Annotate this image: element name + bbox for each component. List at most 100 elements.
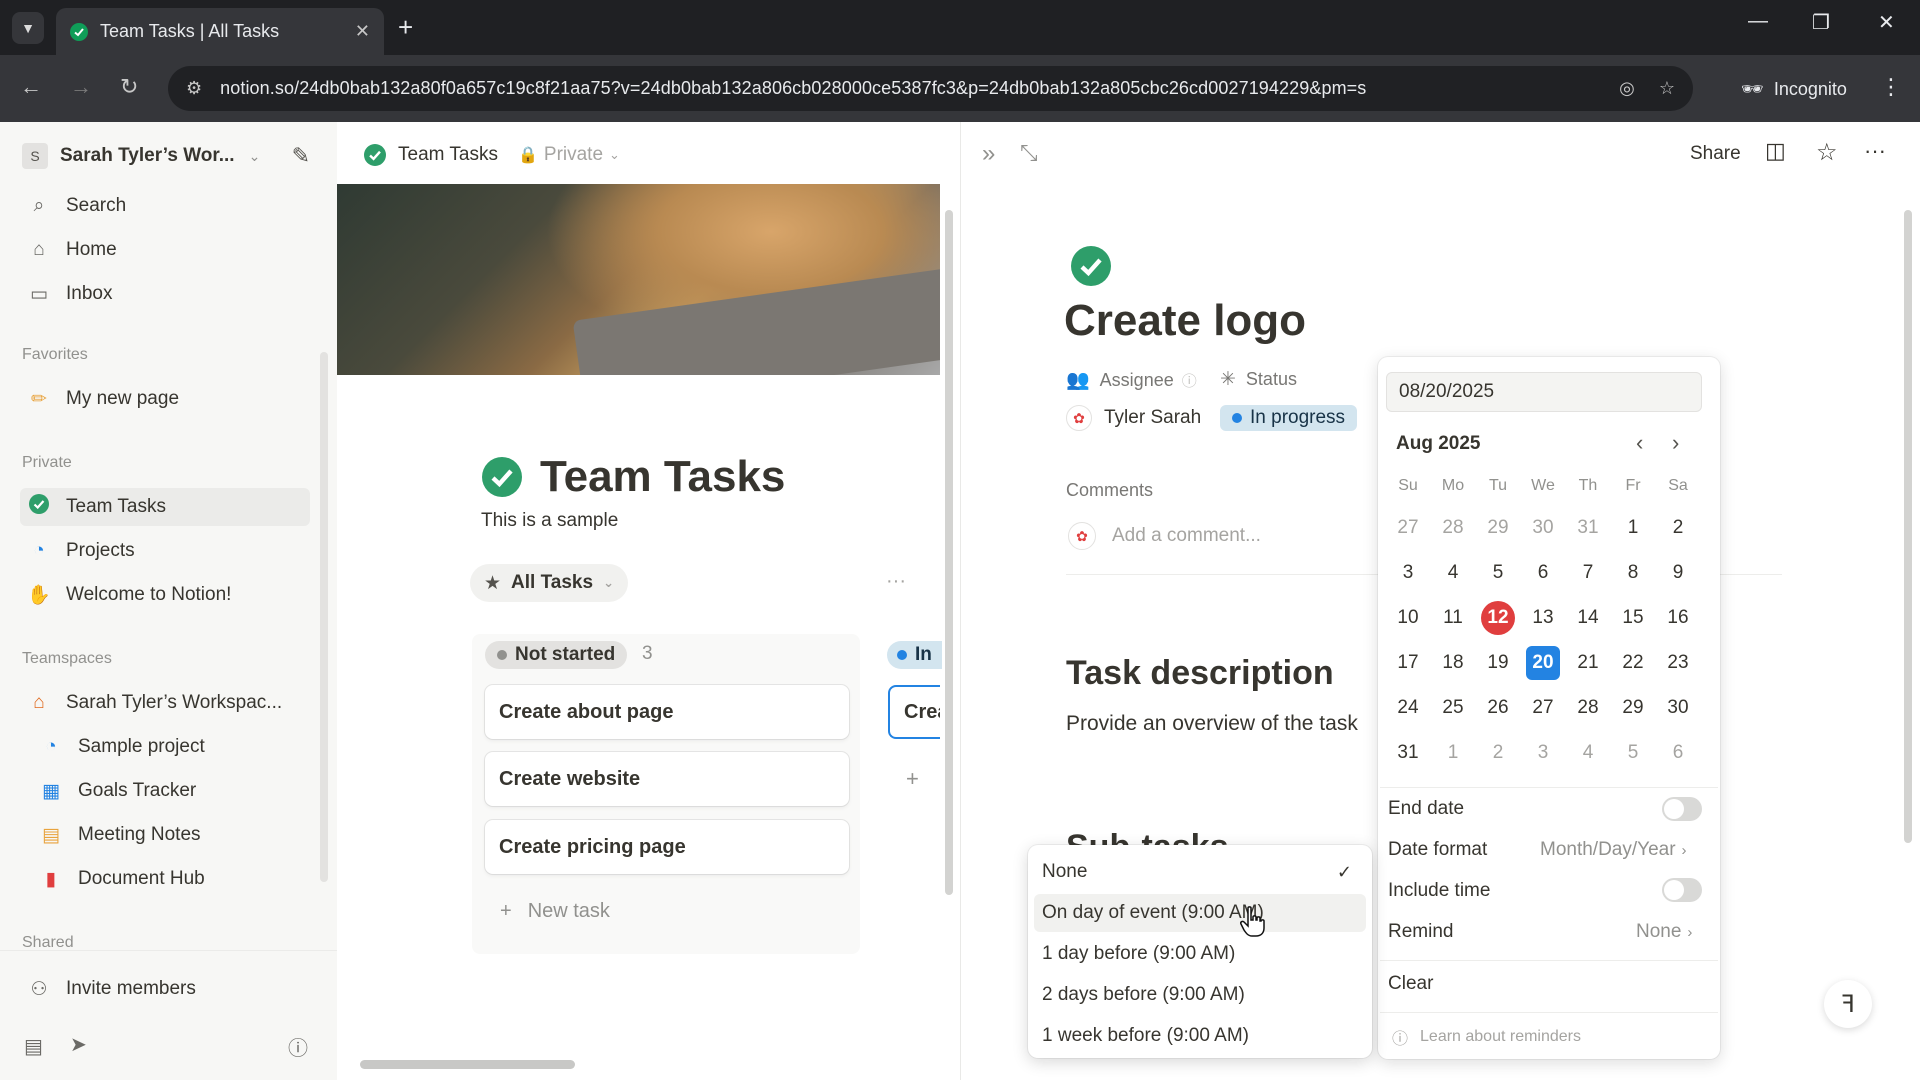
learn-reminders-link[interactable]: ⓘ Learn about reminders xyxy=(1392,1025,1581,1049)
reload-icon[interactable]: ↻ xyxy=(120,74,138,100)
restore-icon[interactable]: ❐ xyxy=(1812,10,1830,35)
calendar-day[interactable]: 21 xyxy=(1571,646,1605,680)
calendar-day[interactable]: 4 xyxy=(1436,556,1470,590)
calendar-day[interactable]: 23 xyxy=(1661,646,1695,680)
check-circle-icon[interactable] xyxy=(1071,246,1111,286)
bookmark-star-icon[interactable]: ☆ xyxy=(1659,78,1675,99)
close-window-icon[interactable]: ✕ xyxy=(1878,10,1895,35)
browser-menu-icon[interactable]: ⋮ xyxy=(1880,74,1902,100)
sidebar-item-document-hub[interactable]: ▮ Document Hub xyxy=(32,860,310,898)
calendar-day[interactable]: 7 xyxy=(1571,556,1605,590)
share-button[interactable]: Share xyxy=(1690,143,1741,165)
help-icon[interactable]: ⓘ xyxy=(288,1032,308,1061)
calendar-day[interactable]: 10 xyxy=(1391,601,1425,635)
group-not-started[interactable]: Not started xyxy=(485,641,628,669)
breadcrumb-title[interactable]: Team Tasks xyxy=(398,144,498,166)
send-icon[interactable]: ➤ xyxy=(70,1032,87,1057)
plus-icon[interactable]: + xyxy=(906,766,919,792)
calendar-day[interactable]: 3 xyxy=(1391,556,1425,590)
remind-option-none[interactable]: None ✓ xyxy=(1034,853,1366,891)
remind-value[interactable]: None › xyxy=(1636,921,1692,943)
section-private[interactable]: Private xyxy=(22,454,72,472)
remind-option-on-day[interactable]: On day of event (9:00 AM) xyxy=(1034,894,1366,932)
view-tab-all-tasks[interactable]: ★ All Tasks ⌄ xyxy=(470,564,628,602)
remind-label[interactable]: Remind xyxy=(1388,921,1453,943)
sidebar-item-goals-tracker[interactable]: ▦ Goals Tracker xyxy=(32,772,310,810)
sidebar-item-projects[interactable]: ◔ Projects xyxy=(20,532,310,570)
section-favorites[interactable]: Favorites xyxy=(22,346,88,364)
new-task-button[interactable]: + New task xyxy=(500,900,610,923)
date-format-value[interactable]: Month/Day/Year › xyxy=(1540,839,1687,861)
status-badge[interactable]: In progress xyxy=(1220,405,1358,431)
address-bar[interactable]: ⚙ notion.so/24db0bab132a80f0a657c19c8f21… xyxy=(168,66,1693,111)
expand-icon[interactable]: ⤡ xyxy=(1020,140,1038,166)
calendar-day[interactable]: 5 xyxy=(1616,736,1650,770)
calendar-day-selected[interactable]: 20 xyxy=(1526,646,1560,680)
calendar-day[interactable]: 27 xyxy=(1526,691,1560,725)
remind-option-1-day[interactable]: 1 day before (9:00 AM) xyxy=(1034,935,1366,973)
date-format-label[interactable]: Date format xyxy=(1388,839,1487,861)
page-description[interactable]: This is a sample xyxy=(481,510,618,532)
calendar-day[interactable]: 18 xyxy=(1436,646,1470,680)
calendar-day[interactable]: 17 xyxy=(1391,646,1425,680)
calendar-day[interactable]: 3 xyxy=(1526,736,1560,770)
task-card[interactable]: Create pricing page xyxy=(485,820,849,874)
section-teamspaces[interactable]: Teamspaces xyxy=(22,650,112,668)
include-time-toggle[interactable] xyxy=(1662,878,1702,902)
calendar-day[interactable]: 14 xyxy=(1571,601,1605,635)
calendar-day[interactable]: 25 xyxy=(1436,691,1470,725)
chevron-right-icon[interactable]: › xyxy=(1672,430,1679,456)
calendar-day[interactable]: 30 xyxy=(1526,511,1560,545)
incognito-indicator[interactable]: 🕶 Incognito xyxy=(1723,70,1865,108)
calendar-day[interactable]: 9 xyxy=(1661,556,1695,590)
calendar-day[interactable]: 19 xyxy=(1481,646,1515,680)
sidebar-item-team-tasks[interactable]: Team Tasks xyxy=(20,488,310,526)
tab-search-button[interactable]: ▼ xyxy=(12,12,44,44)
date-input[interactable]: 08/20/2025 xyxy=(1386,372,1702,412)
calendar-day[interactable]: 15 xyxy=(1616,601,1650,635)
back-arrow-icon[interactable]: ← xyxy=(20,74,42,100)
page-title[interactable]: Team Tasks xyxy=(540,452,785,502)
task-card[interactable]: Create website xyxy=(485,752,849,806)
page-title[interactable]: Create logo xyxy=(1064,296,1306,346)
notion-ai-icon[interactable]: ꟻ xyxy=(1824,980,1872,1028)
sidebar-item-meeting-notes[interactable]: ▤ Meeting Notes xyxy=(32,816,310,854)
calendar-day[interactable]: 6 xyxy=(1661,736,1695,770)
property-status-label[interactable]: ✳ Status xyxy=(1220,368,1297,391)
task-card[interactable]: Create about page xyxy=(485,685,849,739)
chevron-left-icon[interactable]: ‹ xyxy=(1636,430,1643,456)
calendar-day[interactable]: 28 xyxy=(1436,511,1470,545)
property-assignee-label[interactable]: 👥 Assignee ⓘ xyxy=(1066,368,1197,392)
new-page-icon[interactable]: ✎ xyxy=(292,143,310,169)
calendar-day[interactable]: 8 xyxy=(1616,556,1650,590)
favorite-star-icon[interactable]: ☆ xyxy=(1816,138,1838,167)
workspace-switcher[interactable]: S Sarah Tyler’s Wor... ⌄ ✎ xyxy=(22,140,322,172)
calendar-day[interactable]: 27 xyxy=(1391,511,1425,545)
middle-scrollbar[interactable] xyxy=(945,210,953,895)
assignee-value[interactable]: ✿ Tyler Sarah xyxy=(1066,405,1201,431)
minimize-icon[interactable]: — xyxy=(1748,10,1768,33)
forward-arrow-icon[interactable]: → xyxy=(70,74,92,100)
calendar-day[interactable]: 6 xyxy=(1526,556,1560,590)
group-in-progress[interactable]: In xyxy=(887,641,942,669)
sidebar-item-search[interactable]: ⌕ Search xyxy=(20,187,310,225)
calendar-day[interactable]: 2 xyxy=(1481,736,1515,770)
comment-input[interactable]: ✿ Add a comment... xyxy=(1068,522,1261,550)
calendar-day[interactable]: 2 xyxy=(1661,511,1695,545)
task-description-heading[interactable]: Task description xyxy=(1066,654,1334,693)
templates-icon[interactable]: ▤ xyxy=(24,1034,43,1059)
sidebar-item-workspace[interactable]: ⌂ Sarah Tyler’s Workspac... xyxy=(20,684,310,722)
calendar-day[interactable]: 4 xyxy=(1571,736,1605,770)
calendar-day[interactable]: 5 xyxy=(1481,556,1515,590)
privacy-label[interactable]: Private xyxy=(544,144,603,166)
calendar-day[interactable]: 1 xyxy=(1436,736,1470,770)
invite-members-button[interactable]: ⚇ Invite members xyxy=(20,970,310,1008)
calendar-day[interactable]: 11 xyxy=(1436,601,1470,635)
calendar-day[interactable]: 29 xyxy=(1481,511,1515,545)
new-tab-button[interactable]: + xyxy=(398,12,413,43)
calendar-day[interactable]: 29 xyxy=(1616,691,1650,725)
eye-off-icon[interactable]: ◎ xyxy=(1619,78,1635,99)
task-description-text[interactable]: Provide an overview of the task xyxy=(1066,712,1378,736)
calendar-day[interactable]: 31 xyxy=(1571,511,1605,545)
calendar-day[interactable]: 22 xyxy=(1616,646,1650,680)
